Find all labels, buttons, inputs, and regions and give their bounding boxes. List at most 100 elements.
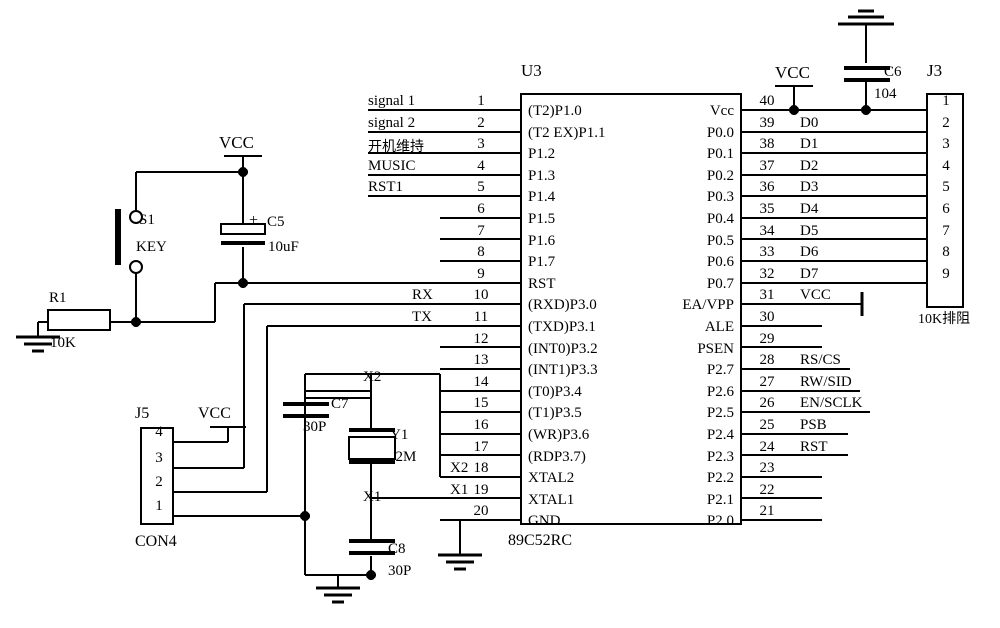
pin-name-p06: P0.6 — [706, 254, 734, 271]
pin-number-left-2: 2 — [477, 114, 485, 131]
pin-number-left-11: 11 — [473, 309, 489, 325]
pin-number-right-40: 40 — [759, 93, 775, 109]
pin-name-p05: P0.5 — [706, 232, 734, 249]
pin-name-psen: PSEN — [697, 340, 734, 357]
j3-pin-5: 5 — [942, 179, 950, 196]
signal-label-left-1: signal 1 — [368, 93, 416, 109]
signal-label-right-33: D6 — [800, 244, 819, 261]
pin-number-right-39: 39 — [759, 114, 775, 131]
signal-label-right-32: D7 — [800, 265, 819, 282]
pin-number-right-37: 37 — [759, 157, 775, 174]
pin-name-p20: P2.0 — [706, 513, 734, 530]
pin-number-right-22: 22 — [759, 481, 775, 498]
pin-name-p22: P2.2 — [706, 470, 734, 487]
signal-label-right-25: PSB — [800, 417, 827, 433]
pin-number-right-33: 33 — [759, 244, 775, 261]
pin-number-right-23: 23 — [759, 460, 775, 477]
j5-pin-4: 4 — [155, 424, 163, 440]
j3-pin-6: 6 — [942, 201, 950, 217]
pin-number-left-10: 10 — [473, 287, 489, 304]
j3-pin-3: 3 — [942, 136, 950, 153]
pin-name-p21: P2.1 — [706, 491, 734, 508]
pin-name-p04: P0.4 — [706, 211, 734, 227]
signal-label-left-5: RST1 — [368, 179, 404, 196]
signal-label-right-34: D5 — [800, 222, 819, 239]
pin-number-left-14: 14 — [473, 373, 489, 390]
pin-name-p00: P0.0 — [706, 124, 734, 141]
pin-number-left-20: 20 — [473, 503, 489, 520]
pin-number-left-13: 13 — [473, 352, 489, 369]
signal-label-right-38: D1 — [800, 136, 819, 153]
pin-name-p26: P2.6 — [706, 383, 734, 400]
switch-contact-top — [129, 210, 143, 224]
pin-number-right-27: 27 — [759, 373, 775, 390]
signal-label-right-39: D0 — [800, 114, 819, 131]
pin-number-right-28: 28 — [759, 352, 775, 369]
pin-number-left-6: 6 — [477, 201, 485, 217]
j3-pin-7: 7 — [942, 222, 950, 239]
signal-label-left-11: TX — [412, 309, 432, 325]
j3-pin-8: 8 — [942, 244, 950, 261]
signal-label-right-31: VCC — [800, 287, 831, 304]
schematic-canvas: U3 89C52RC J3 10K排阻 J5 CON4 VCC VCC VCC … — [0, 0, 1000, 628]
pin-number-right-26: 26 — [759, 395, 775, 412]
schematic-wires — [16, 9, 926, 604]
signal-label-right-28: RS/CS — [800, 352, 841, 369]
pin-number-right-36: 36 — [759, 179, 775, 196]
pin-number-right-34: 34 — [759, 222, 775, 239]
j5-pin-1: 1 — [155, 498, 163, 514]
signal-label-left-4: MUSIC — [368, 157, 416, 174]
pin-name-p07: P0.7 — [706, 275, 734, 292]
pin-name-p02: P0.2 — [706, 167, 734, 184]
pin-name-p03: P0.3 — [706, 189, 734, 206]
signal-label-left-3: 开机维持 — [368, 139, 424, 156]
pin-name-ale: ALE — [704, 319, 734, 335]
pin-name-p01: P0.1 — [706, 146, 734, 163]
signal-label-right-24: RST — [800, 438, 828, 455]
pin-number-left-5: 5 — [477, 179, 485, 196]
signal-label-right-27: RW/SID — [800, 373, 852, 390]
pin-number-left-3: 3 — [477, 136, 485, 153]
pin-number-right-25: 25 — [759, 417, 775, 433]
signal-label-left-10: RX — [412, 287, 433, 304]
j5-pin-2: 2 — [155, 474, 163, 490]
pin-name-vcc: Vcc — [709, 103, 734, 119]
pin-number-right-38: 38 — [759, 136, 775, 153]
signal-label-left-19: X1 — [450, 481, 469, 498]
j5-pin-3: 3 — [155, 450, 163, 466]
pin-number-left-17: 17 — [473, 438, 489, 455]
j3-pin-9: 9 — [942, 265, 950, 282]
signal-label-right-36: D3 — [800, 179, 819, 196]
pin-name-p23: P2.3 — [706, 448, 734, 465]
pin-name-eavpp: EA/VPP — [682, 297, 734, 314]
pin-number-left-12: 12 — [473, 330, 489, 347]
pin-number-right-21: 21 — [759, 503, 775, 520]
pin-number-left-15: 15 — [473, 395, 489, 412]
pin-number-left-16: 16 — [473, 417, 489, 433]
pin-number-left-4: 4 — [477, 157, 485, 174]
pin-name-p25: P2.5 — [706, 405, 734, 422]
pin-name-p24: P2.4 — [706, 427, 734, 443]
j3-pin-4: 4 — [942, 157, 950, 174]
pin-name-p27: P2.7 — [706, 362, 734, 379]
pin-number-right-30: 30 — [759, 309, 775, 325]
pin-number-left-1: 1 — [477, 93, 485, 109]
signal-label-left-18: X2 — [450, 460, 469, 477]
j3-pin-2: 2 — [942, 114, 950, 131]
signal-label-left-2: signal 2 — [368, 114, 416, 131]
signal-label-right-37: D2 — [800, 157, 819, 174]
switch-contact-bottom — [129, 260, 143, 274]
pin-number-right-24: 24 — [759, 438, 775, 455]
pin-number-right-31: 31 — [759, 287, 775, 304]
pin-number-right-35: 35 — [759, 201, 775, 217]
pin-number-left-8: 8 — [477, 244, 485, 261]
pin-number-left-9: 9 — [477, 265, 485, 282]
pin-number-right-32: 32 — [759, 265, 775, 282]
signal-label-right-26: EN/SCLK — [800, 395, 863, 412]
j3-pin-1: 1 — [942, 93, 950, 109]
pin-number-left-18: 18 — [473, 460, 489, 477]
signal-label-right-35: D4 — [800, 201, 819, 217]
pin-number-right-29: 29 — [759, 330, 775, 347]
pin-number-left-7: 7 — [477, 222, 485, 239]
pin-number-left-19: 19 — [473, 481, 489, 498]
